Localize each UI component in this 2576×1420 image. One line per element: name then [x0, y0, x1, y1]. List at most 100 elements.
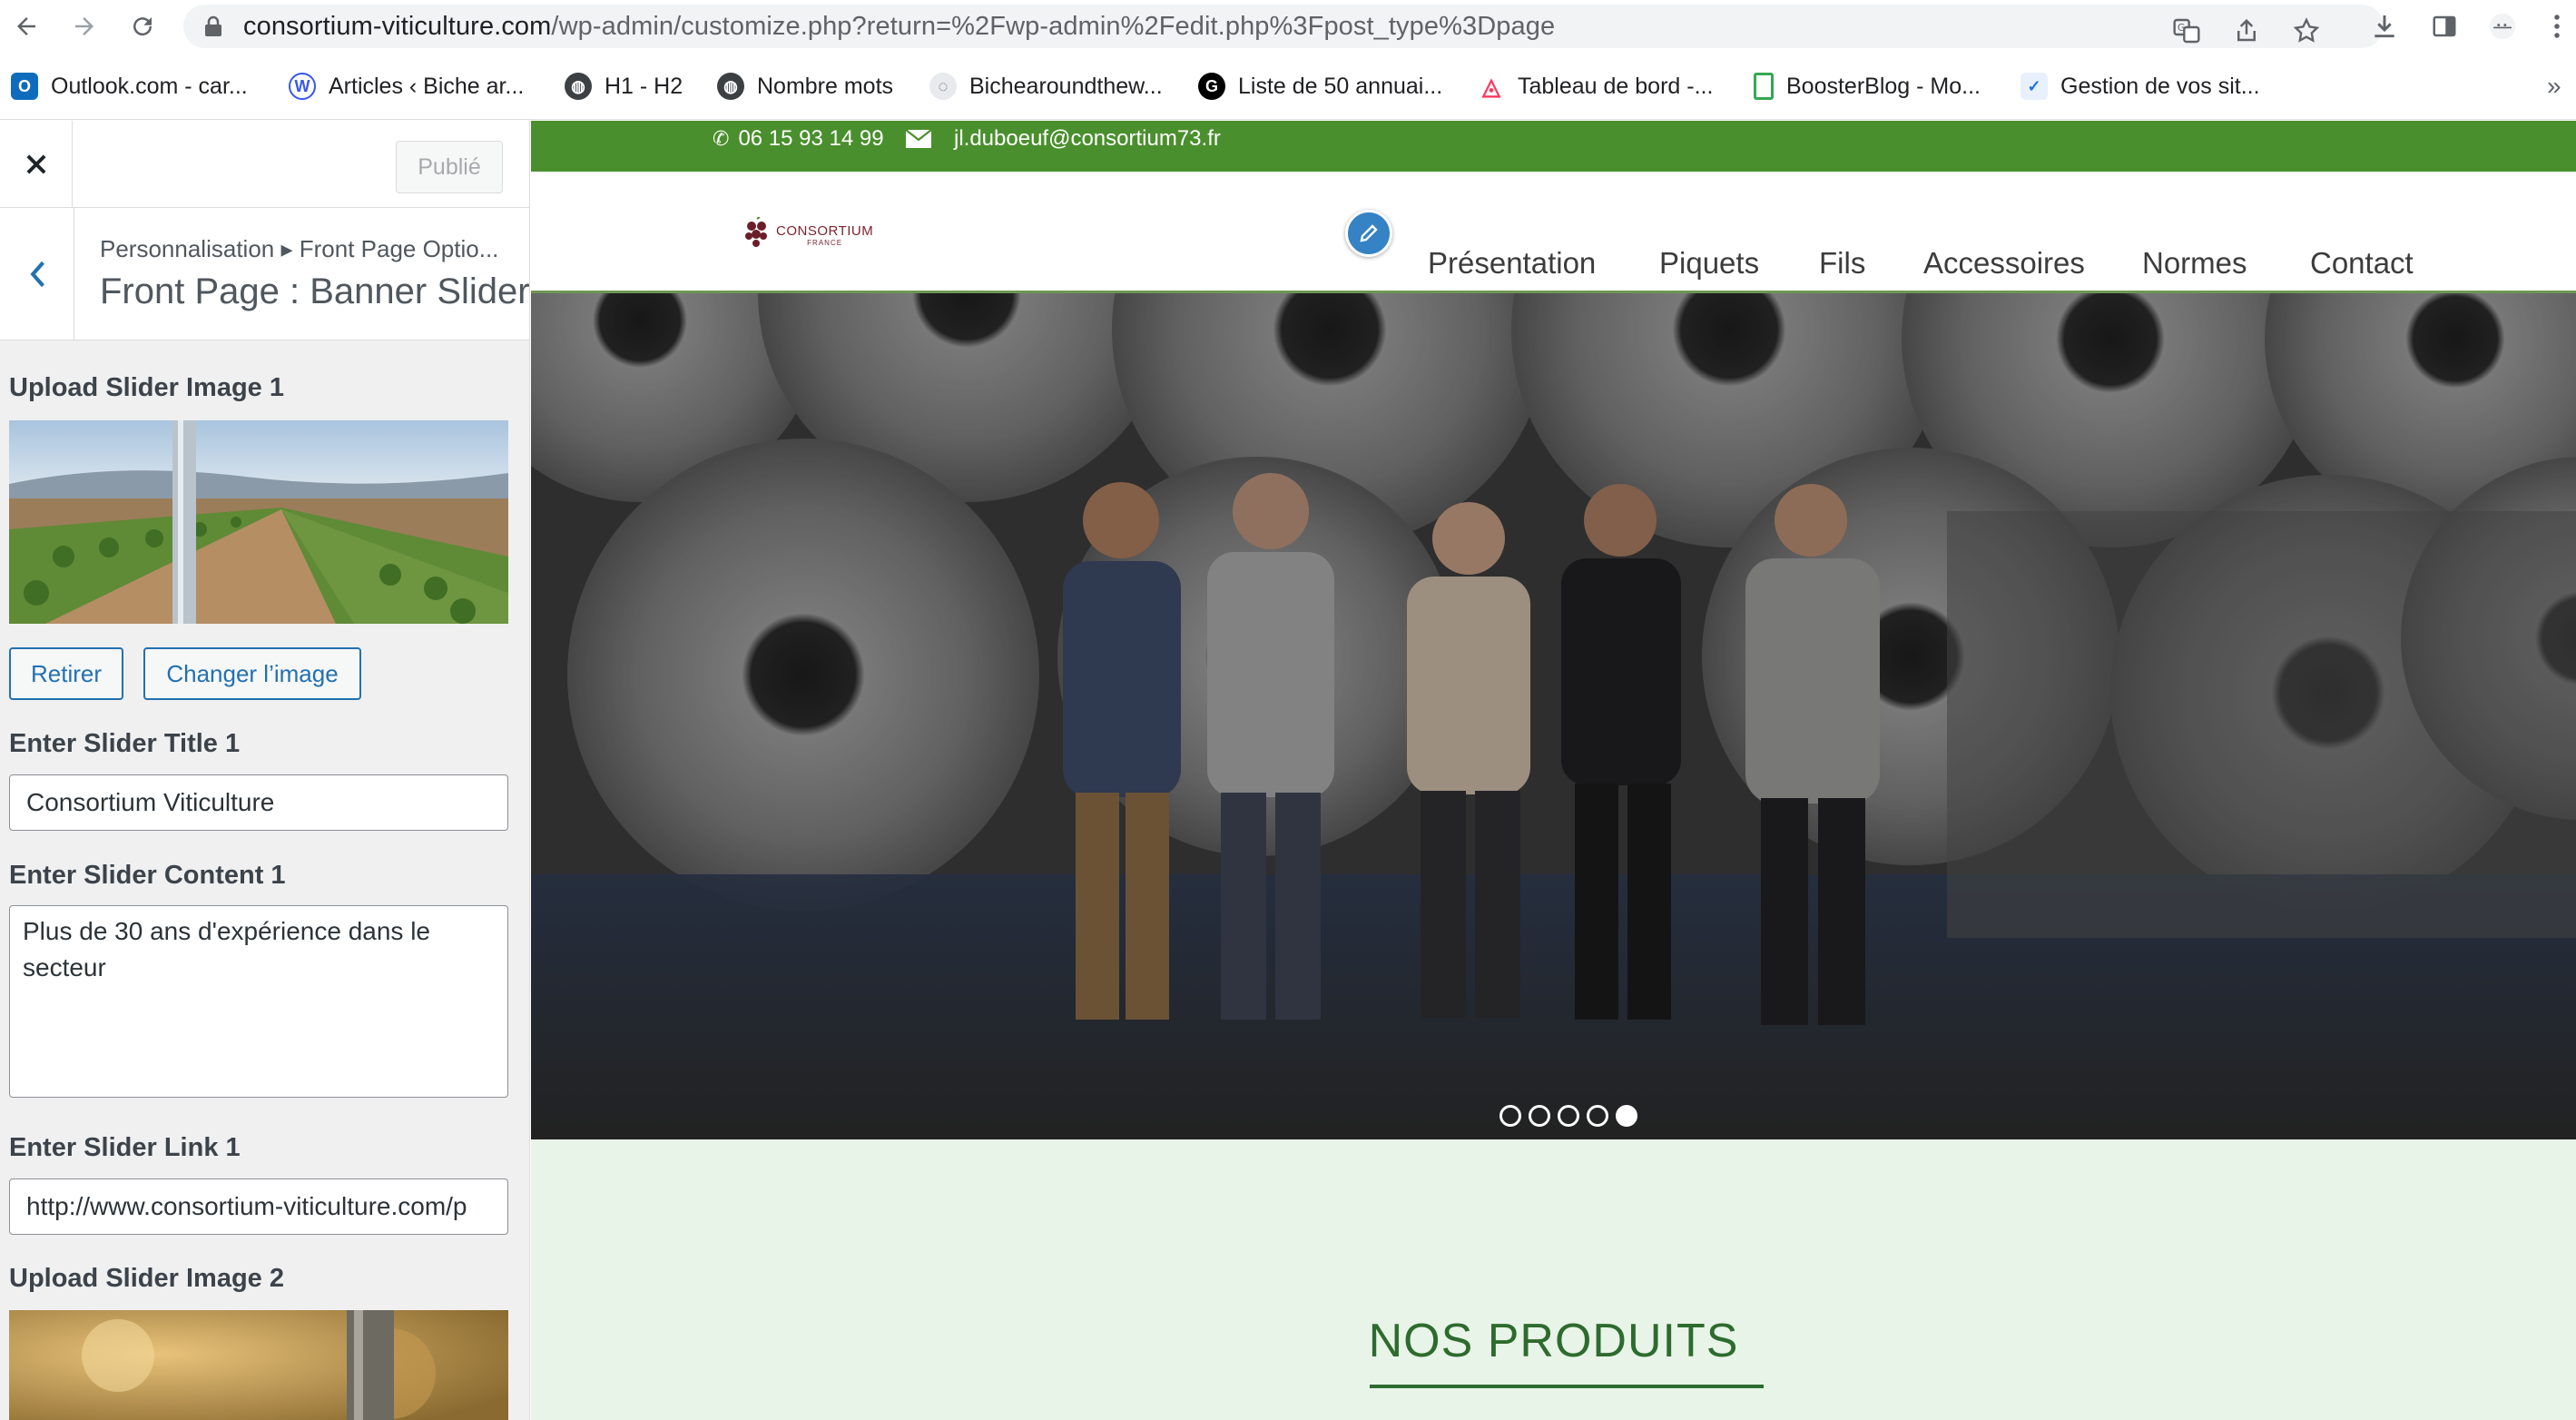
bookmark-label: Liste de 50 annuai...: [1238, 73, 1443, 99]
reload-icon: [133, 17, 152, 36]
site-header: CONSORTIUM FRANCE Présentation Piquets F…: [531, 172, 2576, 293]
slider-title1-input[interactable]: Consortium Viticulture: [9, 774, 508, 831]
bookmark-item[interactable]: ✓ Gestion de vos sit...: [2020, 65, 2260, 107]
browser-toolbar: consortium-viticulture.com/wp-admin/cust…: [0, 0, 2576, 53]
menu-item-presentation[interactable]: Présentation: [1428, 246, 1596, 281]
slider-dot-4[interactable]: [1587, 1105, 1608, 1127]
bookmark-item[interactable]: ◍ H1 - H2: [565, 65, 683, 107]
slider-pagination: [1499, 1105, 1637, 1127]
image2-label: Upload Slider Image 2: [9, 1264, 284, 1293]
profile-avatar-icon[interactable]: [2483, 7, 2522, 45]
menu-item-normes[interactable]: Normes: [2142, 246, 2247, 281]
boosterblog-icon: [1754, 73, 1774, 100]
section-back-button[interactable]: [0, 208, 74, 340]
email-item[interactable]: jl.duboeuf@consortium73.fr: [905, 121, 1221, 157]
products-section: NOS PRODUITS: [531, 1139, 2576, 1420]
slider-link1-input[interactable]: http://www.consortium-viticulture.com/p: [9, 1178, 508, 1235]
menu-item-piquets[interactable]: Piquets: [1659, 246, 1759, 281]
slider-dot-3[interactable]: [1558, 1105, 1579, 1127]
menu-item-contact[interactable]: Contact: [2310, 246, 2414, 281]
chevron-left-icon: [29, 261, 44, 288]
vineyard-image: [9, 420, 508, 624]
site-manager-icon: ✓: [2020, 73, 2048, 100]
section-title: Front Page : Banner Slider: [100, 271, 530, 311]
slider-dot-1[interactable]: [1499, 1105, 1521, 1127]
bookmark-label: Gestion de vos sit...: [2060, 73, 2260, 99]
g-icon: G: [1198, 73, 1225, 100]
vineyard-post-image: [9, 1310, 508, 1420]
logo-text: CONSORTIUM: [776, 223, 874, 239]
title1-label: Enter Slider Title 1: [9, 729, 241, 758]
bookmark-label: Bichearoundthew...: [969, 73, 1163, 99]
bookmark-star-icon[interactable]: [2287, 12, 2325, 50]
reload-button[interactable]: [122, 5, 163, 47]
back-arrow-button[interactable]: [5, 5, 47, 47]
airbnb-icon: ◬: [1478, 73, 1505, 100]
content1-label: Enter Slider Content 1: [9, 861, 286, 890]
breadcrumb: Personnalisation ▸ Front Page Optio...: [100, 235, 499, 262]
envelope-icon: [905, 129, 932, 148]
address-bar[interactable]: consortium-viticulture.com/wp-admin/cust…: [183, 5, 2384, 48]
grape-logo-icon: [745, 217, 767, 247]
pencil-icon: [1360, 224, 1378, 242]
logo-subtext: FRANCE: [807, 239, 843, 247]
translate-icon[interactable]: G: [2168, 12, 2206, 50]
bookmark-label: Outlook.com - car...: [51, 73, 248, 99]
phone-number: 06 15 93 14 99: [738, 126, 884, 151]
bookmark-item[interactable]: O Outlook.com - car...: [11, 65, 248, 107]
contact-topbar: ✆ 06 15 93 14 99 jl.duboeuf@consortium73…: [531, 121, 2576, 172]
image1-label: Upload Slider Image 1: [9, 373, 284, 402]
globe-icon: ◍: [717, 73, 744, 100]
phone-icon: ✆: [713, 127, 730, 150]
slider-content1-textarea[interactable]: Plus de 30 ans d'expérience dans le sect…: [9, 905, 508, 1098]
bookmark-item[interactable]: ◍ Nombre mots: [717, 65, 893, 107]
publish-button[interactable]: Publié: [396, 141, 503, 193]
section-header: Personnalisation ▸ Front Page Optio... F…: [0, 208, 530, 340]
download-icon[interactable]: [2365, 7, 2404, 45]
steel-coils-team-photo: [531, 293, 2576, 1139]
bookmark-item[interactable]: ◌ Bichearoundthew...: [929, 65, 1163, 107]
site-logo[interactable]: CONSORTIUM FRANCE: [743, 217, 873, 253]
bookmark-label: Tableau de bord -...: [1518, 73, 1714, 99]
remove-image-button[interactable]: Retirer: [9, 647, 123, 700]
customizer-header: Publié: [0, 121, 529, 208]
link1-label: Enter Slider Link 1: [9, 1133, 241, 1162]
close-customizer-button[interactable]: [0, 121, 73, 208]
bookmarks-bar: O Outlook.com - car... W Articles ‹ Bich…: [0, 53, 2576, 120]
site-icon: ◌: [929, 73, 957, 100]
slider-image1-thumbnail[interactable]: [9, 420, 508, 624]
bookmark-label: H1 - H2: [605, 73, 683, 99]
hero-slider[interactable]: [531, 293, 2576, 1139]
outlook-icon: O: [11, 73, 38, 100]
forward-arrow-button[interactable]: [64, 5, 105, 47]
slider-dot-5[interactable]: [1616, 1105, 1637, 1127]
bookmark-item[interactable]: W Articles ‹ Biche ar...: [289, 65, 524, 107]
bookmark-item[interactable]: ◬ Tableau de bord -...: [1478, 65, 1713, 107]
share-icon[interactable]: [2227, 12, 2266, 50]
bookmark-label: Nombre mots: [757, 73, 894, 99]
slider-image2-thumbnail[interactable]: [9, 1310, 508, 1420]
products-heading: NOS PRODUITS: [1368, 1315, 1739, 1367]
bookmark-item[interactable]: G Liste de 50 annuai...: [1198, 65, 1442, 107]
bookmarks-overflow-button[interactable]: »: [2547, 65, 2561, 107]
globe-icon: ◍: [565, 73, 592, 100]
url-text: consortium-viticulture.com/wp-admin/cust…: [243, 12, 1556, 41]
back-arrow-icon: [17, 17, 35, 35]
forward-arrow-icon: [75, 17, 93, 35]
bookmark-label: Articles ‹ Biche ar...: [329, 73, 525, 99]
browser-menu-icon[interactable]: [2538, 7, 2576, 45]
edit-shortcut-button[interactable]: [1345, 210, 1392, 257]
customizer-panel: Publié Personnalisation ▸ Front Page Opt…: [0, 121, 530, 1420]
lock-icon: [205, 15, 221, 36]
side-panel-icon[interactable]: [2425, 7, 2463, 45]
change-image-button[interactable]: Changer l’image: [143, 647, 361, 700]
phone-item[interactable]: ✆ 06 15 93 14 99: [713, 121, 884, 157]
svg-text:G: G: [2178, 22, 2185, 34]
bookmark-label: BoosterBlog - Mo...: [1786, 73, 1981, 99]
menu-item-accessoires[interactable]: Accessoires: [1923, 246, 2085, 281]
bookmark-item[interactable]: BoosterBlog - Mo...: [1754, 65, 1981, 107]
wordpress-icon: W: [289, 73, 316, 100]
slider-dot-2[interactable]: [1529, 1105, 1550, 1127]
menu-item-fils[interactable]: Fils: [1819, 246, 1865, 281]
close-icon: [26, 154, 45, 174]
